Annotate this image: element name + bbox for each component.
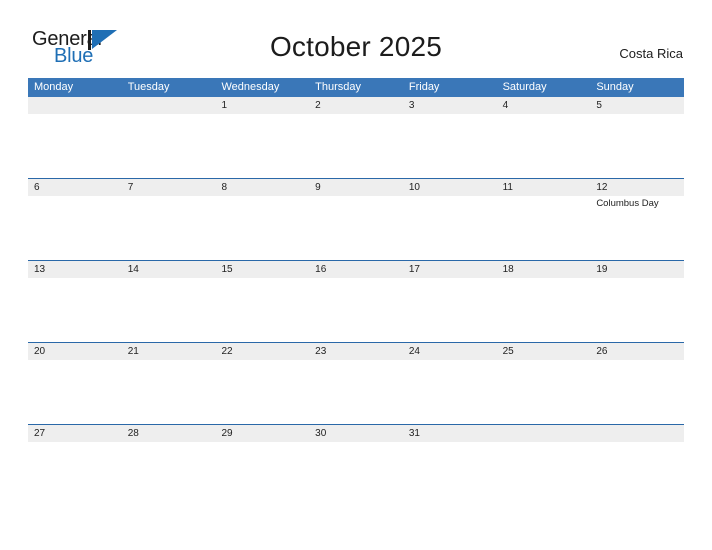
day-number[interactable]: 12	[590, 179, 684, 196]
day-cell[interactable]	[497, 114, 591, 178]
page-title: October 2025	[269, 31, 443, 62]
day-number[interactable]: 22	[215, 343, 309, 360]
weekday-friday: Friday	[408, 81, 440, 93]
day-number[interactable]: 7	[122, 179, 216, 196]
day-number[interactable]	[122, 97, 216, 114]
day-number[interactable]: 4	[497, 97, 591, 114]
day-number[interactable]: 6	[28, 179, 122, 196]
day-cell[interactable]	[309, 278, 403, 342]
day-number[interactable]: 3	[403, 97, 497, 114]
day-number[interactable]: 30	[309, 425, 403, 442]
day-cell[interactable]	[215, 278, 309, 342]
day-cell[interactable]	[497, 442, 591, 506]
day-cell[interactable]	[122, 442, 216, 506]
week-date-band: 27 28 29 30 31	[28, 425, 684, 442]
day-cell[interactable]	[309, 360, 403, 424]
day-number[interactable]: 27	[28, 425, 122, 442]
day-number[interactable]	[28, 97, 122, 114]
day-number[interactable]: 24	[403, 343, 497, 360]
weekday-monday: Monday	[34, 81, 74, 93]
day-number[interactable]: 9	[309, 179, 403, 196]
week-row: 1 2 3 4 5	[28, 97, 684, 178]
day-number[interactable]	[497, 425, 591, 442]
day-number[interactable]: 26	[590, 343, 684, 360]
day-number[interactable]: 15	[215, 261, 309, 278]
weekday-saturday: Saturday	[502, 81, 547, 93]
week-date-band: 20 21 22 23 24 25 26	[28, 343, 684, 360]
weekday-tuesday: Tuesday	[127, 81, 170, 93]
day-cell[interactable]	[122, 360, 216, 424]
day-cell[interactable]	[28, 360, 122, 424]
week-event-area: Columbus Day	[28, 196, 684, 260]
day-cell[interactable]	[403, 196, 497, 260]
day-number[interactable]: 31	[403, 425, 497, 442]
day-cell[interactable]	[122, 114, 216, 178]
calendar-grid: Monday Tuesday Wednesday Thursday Friday…	[28, 78, 684, 506]
week-date-band: 1 2 3 4 5	[28, 97, 684, 114]
day-cell[interactable]	[403, 114, 497, 178]
weekday-thursday: Thursday	[315, 81, 362, 93]
day-cell[interactable]	[28, 196, 122, 260]
day-number[interactable]: 2	[309, 97, 403, 114]
day-cell[interactable]	[215, 114, 309, 178]
day-number[interactable]: 11	[497, 179, 591, 196]
day-cell[interactable]	[28, 442, 122, 506]
day-cell[interactable]	[497, 196, 591, 260]
week-event-area	[28, 114, 684, 178]
day-cell[interactable]	[309, 442, 403, 506]
day-cell[interactable]	[122, 196, 216, 260]
day-number[interactable]: 16	[309, 261, 403, 278]
day-number[interactable]: 5	[590, 97, 684, 114]
week-date-band: 6 7 8 9 10 11 12	[28, 179, 684, 196]
region-label: Costa Rica	[619, 46, 683, 61]
week-event-area	[28, 278, 684, 342]
day-cell[interactable]	[497, 278, 591, 342]
day-cell[interactable]	[590, 114, 684, 178]
day-number[interactable]: 29	[215, 425, 309, 442]
week-row: 6 7 8 9 10 11 12 Columbus Day	[28, 178, 684, 260]
page-header: General Blue October 2025 Costa Rica	[0, 0, 712, 76]
day-cell[interactable]: Columbus Day	[590, 196, 684, 260]
week-row: 13 14 15 16 17 18 19	[28, 260, 684, 342]
day-cell[interactable]	[215, 442, 309, 506]
calendar-page: General Blue October 2025 Costa Rica Mon…	[0, 0, 712, 550]
day-cell[interactable]	[309, 114, 403, 178]
week-event-area	[28, 442, 684, 506]
day-cell[interactable]	[403, 278, 497, 342]
day-number[interactable]: 23	[309, 343, 403, 360]
day-cell[interactable]	[497, 360, 591, 424]
day-number[interactable]: 18	[497, 261, 591, 278]
day-cell[interactable]	[403, 442, 497, 506]
day-number[interactable]: 17	[403, 261, 497, 278]
weekday-header-row: Monday Tuesday Wednesday Thursday Friday…	[28, 78, 684, 97]
day-cell[interactable]	[309, 196, 403, 260]
day-number[interactable]: 28	[122, 425, 216, 442]
day-cell[interactable]	[28, 114, 122, 178]
day-cell[interactable]	[590, 278, 684, 342]
weekday-wednesday: Wednesday	[221, 81, 280, 93]
day-cell[interactable]	[590, 360, 684, 424]
day-cell[interactable]	[215, 196, 309, 260]
day-number[interactable]: 19	[590, 261, 684, 278]
day-number[interactable]: 10	[403, 179, 497, 196]
week-date-band: 13 14 15 16 17 18 19	[28, 261, 684, 278]
day-number[interactable]: 21	[122, 343, 216, 360]
day-cell[interactable]	[122, 278, 216, 342]
weekday-sunday: Sunday	[596, 81, 634, 93]
day-event: Columbus Day	[596, 198, 659, 209]
day-cell[interactable]	[403, 360, 497, 424]
week-row: 20 21 22 23 24 25 26	[28, 342, 684, 424]
day-cell[interactable]	[28, 278, 122, 342]
week-row: 27 28 29 30 31	[28, 424, 684, 506]
day-number[interactable]: 8	[215, 179, 309, 196]
day-number[interactable]	[590, 425, 684, 442]
week-event-area	[28, 360, 684, 424]
day-number[interactable]: 25	[497, 343, 591, 360]
day-number[interactable]: 14	[122, 261, 216, 278]
day-cell[interactable]	[215, 360, 309, 424]
day-number[interactable]: 13	[28, 261, 122, 278]
day-cell[interactable]	[590, 442, 684, 506]
day-number[interactable]: 1	[215, 97, 309, 114]
day-number[interactable]: 20	[28, 343, 122, 360]
